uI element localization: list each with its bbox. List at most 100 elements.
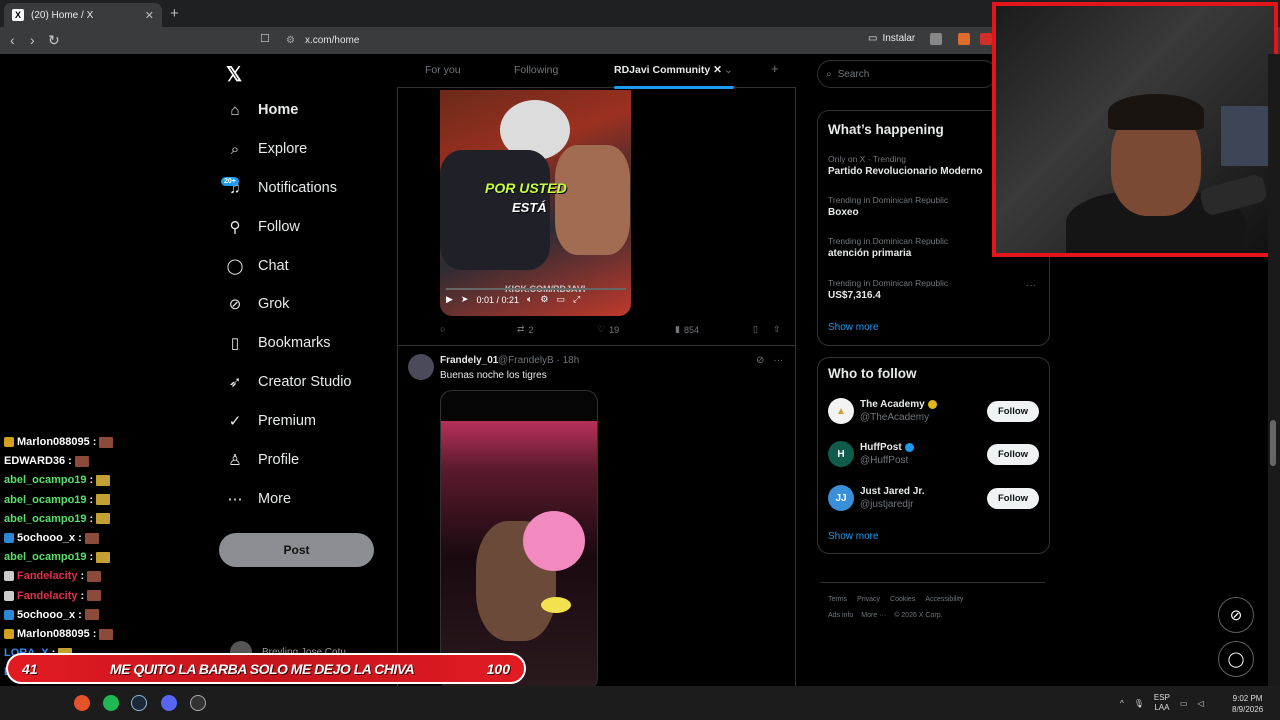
chat-username[interactable]: EDWARD36 xyxy=(4,455,65,467)
bookmark-icon[interactable]: ▯ xyxy=(753,324,758,335)
search-input[interactable]: ⌕ Search xyxy=(817,60,997,88)
share-icon[interactable]: ⇧ xyxy=(773,324,781,335)
url-field[interactable]: ⚙ x.com/home xyxy=(280,30,940,50)
follow-suggestion-name[interactable]: The Academy xyxy=(860,399,937,410)
volume-icon[interactable]: ◁ xyxy=(1198,699,1204,708)
language-indicator[interactable]: ESP LAA xyxy=(1154,693,1170,713)
avatar[interactable]: JJ xyxy=(828,485,854,511)
scrollbar-thumb[interactable] xyxy=(1270,420,1276,466)
back-icon[interactable]: ‹ xyxy=(10,32,15,48)
volume-icon[interactable]: 🔈︎ xyxy=(527,294,532,305)
reload-icon[interactable]: ↻ xyxy=(48,32,60,49)
x-logo-icon[interactable]: 𝕏 xyxy=(226,62,242,87)
forward-icon[interactable]: › xyxy=(30,32,35,48)
trend-item[interactable]: Partido Revolucionario Moderno xyxy=(828,166,982,177)
tweet-author-name[interactable]: Frandely_01 xyxy=(440,355,498,366)
page-scrollbar[interactable] xyxy=(1268,54,1280,686)
trend-item[interactable]: US$7,316.4 xyxy=(828,290,881,301)
footer-link[interactable]: Ads info xyxy=(828,612,853,619)
avatar[interactable]: H xyxy=(828,441,854,467)
follow-suggestion-handle[interactable]: @TheAcademy xyxy=(860,412,929,423)
sidebar-item-chat[interactable]: ◯ Chat xyxy=(226,257,289,275)
site-info-icon[interactable]: ⚙ xyxy=(286,35,295,46)
chat-username[interactable]: 5ochooo_x xyxy=(17,532,75,544)
chat-username[interactable]: Fandelacity xyxy=(17,590,78,602)
steam-icon[interactable] xyxy=(131,695,147,711)
sidebar-item-profile[interactable]: ♙ Profile xyxy=(226,451,299,469)
tweet-video[interactable]: POR USTED ESTÁ KICK.COM/RDJAVI ▶ ➤ 0:01 … xyxy=(440,90,631,316)
tab-for-you[interactable]: For you xyxy=(425,64,461,76)
grok-icon[interactable]: ⊘ xyxy=(756,355,764,366)
browser-tab[interactable]: X (20) Home / X ✕ xyxy=(4,3,162,27)
bookmark-star-icon[interactable]: ☐ xyxy=(260,32,270,45)
follow-suggestion-handle[interactable]: @HuffPost xyxy=(860,455,908,466)
translate-icon[interactable] xyxy=(930,33,942,45)
footer-link[interactable]: Terms xyxy=(828,596,847,603)
trend-item[interactable]: atención primaria xyxy=(828,248,911,259)
footer-link[interactable]: Privacy xyxy=(857,596,880,603)
reply-icon[interactable]: ○ xyxy=(440,324,445,334)
follow-button[interactable]: Follow xyxy=(987,401,1039,422)
chat-username[interactable]: abel_ocampo19 xyxy=(4,513,87,525)
sidebar-item-more[interactable]: ⋯ More xyxy=(226,490,292,508)
trend-item[interactable]: Boxeo xyxy=(828,207,859,218)
sidebar-item-home[interactable]: ⌂ Home xyxy=(226,101,298,119)
more-icon[interactable]: ··· xyxy=(1026,280,1036,291)
add-tab-button[interactable]: + xyxy=(771,61,779,76)
clock[interactable]: 9:02 PM 8/9/2026 xyxy=(1232,693,1263,715)
fullscreen-icon[interactable]: ⤢ xyxy=(573,294,580,305)
brave-shield-icon[interactable] xyxy=(958,33,970,45)
tweet-author-handle[interactable]: @FrandelyB · 18h xyxy=(498,355,579,366)
show-more-link[interactable]: Show more xyxy=(828,322,879,333)
avatar[interactable] xyxy=(408,354,434,380)
chat-username[interactable]: Marlon088095 xyxy=(17,436,90,448)
chat-username[interactable]: Marlon088095 xyxy=(17,628,90,640)
brave-icon[interactable] xyxy=(74,695,90,711)
tab-following[interactable]: Following xyxy=(514,64,558,76)
spotify-icon[interactable] xyxy=(103,695,119,711)
pip-icon[interactable]: ▭ xyxy=(557,294,566,305)
retweet-button[interactable]: ⇄ 2 xyxy=(517,324,534,335)
like-button[interactable]: ♡ 19 xyxy=(597,324,619,335)
chat-username[interactable]: abel_ocampo19 xyxy=(4,494,87,506)
show-more-link[interactable]: Show more xyxy=(828,531,879,542)
post-button[interactable]: Post xyxy=(219,533,374,567)
footer-link[interactable]: Accessibility xyxy=(925,596,963,603)
network-icon[interactable]: ▭ xyxy=(1180,699,1188,708)
chevron-down-icon[interactable]: ⌄ xyxy=(724,64,733,76)
footer-link[interactable]: More ··· xyxy=(861,612,886,619)
sidebar-item-grok[interactable]: ⊘ Grok xyxy=(226,295,290,313)
follow-button[interactable]: Follow xyxy=(987,444,1039,465)
views-button[interactable]: ▮ 854 xyxy=(675,324,699,335)
mic-icon[interactable]: 🎙︎ xyxy=(1134,699,1144,708)
video-progress[interactable] xyxy=(446,288,626,290)
sidebar-item-bookmarks[interactable]: ▯ Bookmarks xyxy=(226,334,331,352)
sidebar-item-creator-studio[interactable]: ➶ Creator Studio xyxy=(226,373,352,391)
new-tab-button[interactable]: + xyxy=(170,5,179,22)
follow-button[interactable]: Follow xyxy=(987,488,1039,509)
discord-icon[interactable] xyxy=(161,695,177,711)
chat-username[interactable]: abel_ocampo19 xyxy=(4,474,87,486)
sidebar-item-premium[interactable]: ✓ Premium xyxy=(226,412,316,430)
tab-close-icon[interactable]: ✕ xyxy=(145,9,154,22)
avatar[interactable]: ▲ xyxy=(828,398,854,424)
follow-suggestion-name[interactable]: HuffPost xyxy=(860,442,914,453)
rewards-icon[interactable] xyxy=(980,33,992,45)
chat-username[interactable]: 5ochooo_x xyxy=(17,609,75,621)
sidebar-item-follow[interactable]: ⚲ Follow xyxy=(226,218,300,236)
chevron-up-icon[interactable]: ^ xyxy=(1120,699,1124,708)
footer-link[interactable]: Cookies xyxy=(890,596,915,603)
sidebar-item-notifications[interactable]: ♫ Notifications xyxy=(226,179,337,197)
chat-username[interactable]: Fandelacity xyxy=(17,570,78,582)
follow-suggestion-handle[interactable]: @justjaredjr xyxy=(860,499,914,510)
grok-fab-icon[interactable]: ⊘ xyxy=(1218,597,1254,633)
obs-icon[interactable] xyxy=(190,695,206,711)
more-icon[interactable]: ··· xyxy=(773,355,783,366)
settings-icon[interactable]: ⚙ xyxy=(540,294,548,305)
chat-username[interactable]: abel_ocampo19 xyxy=(4,551,87,563)
install-app-button[interactable]: ▭ Instalar xyxy=(868,33,915,44)
follow-suggestion-name[interactable]: Just Jared Jr. xyxy=(860,486,924,497)
sidebar-item-explore[interactable]: ⌕ Explore xyxy=(226,140,307,158)
tab-community[interactable]: RDJavi Community ✕ xyxy=(614,64,722,76)
play-icon[interactable]: ▶ xyxy=(446,294,453,305)
